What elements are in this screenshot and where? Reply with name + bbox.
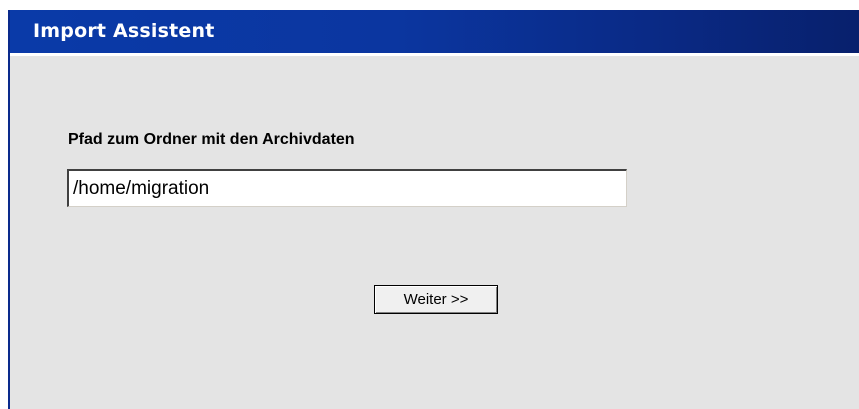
archive-path-input[interactable]	[67, 169, 627, 207]
path-label: Pfad zum Ordner mit den Archivdaten	[68, 131, 355, 148]
dialog-title: Import Assistent	[33, 20, 215, 42]
next-button[interactable]: Weiter >>	[374, 285, 498, 314]
import-assistant-dialog: Import Assistent Pfad zum Ordner mit den…	[8, 10, 859, 409]
dialog-title-bar: Import Assistent	[10, 10, 859, 56]
